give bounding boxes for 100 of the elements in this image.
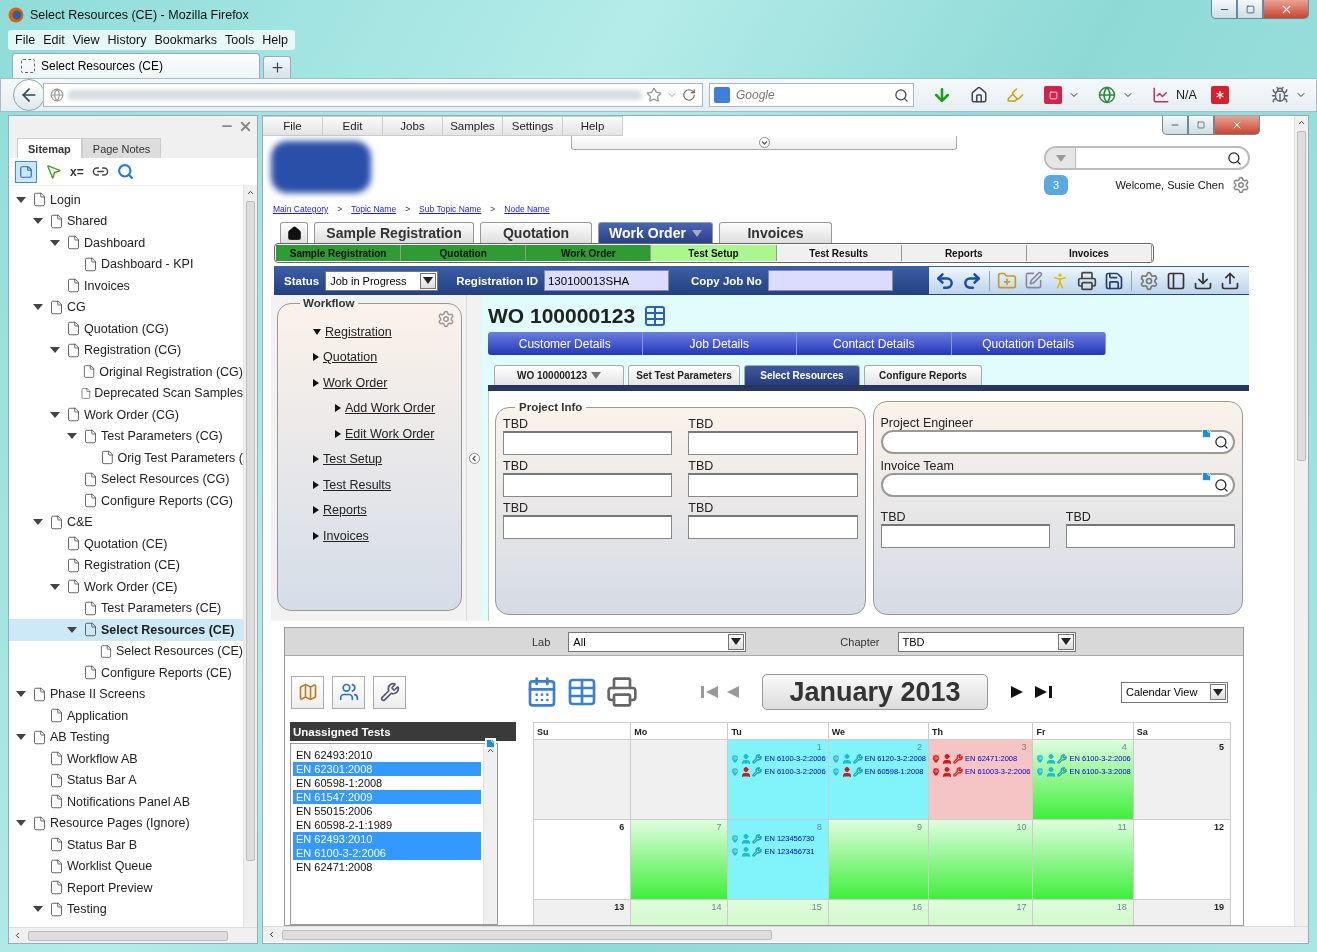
tree-item[interactable]: Select Resources (CG) <box>9 468 243 490</box>
workflow-link[interactable]: Quotation <box>323 350 378 365</box>
tree-item[interactable]: Deprecated Scan Samples <box>9 382 243 404</box>
tree-item[interactable]: Shared <box>9 210 243 232</box>
scrollbar[interactable] <box>243 186 257 927</box>
minimize-button[interactable] <box>1162 116 1188 135</box>
caret-down-icon[interactable] <box>16 734 26 741</box>
workflow-link[interactable]: Edit Work Order <box>345 426 435 441</box>
tools-button[interactable] <box>373 675 406 709</box>
calendar-day[interactable]: 13 <box>534 900 632 925</box>
copy-job-field[interactable] <box>767 270 893 291</box>
detail-tab[interactable]: Job Details <box>642 332 797 355</box>
search-icon[interactable] <box>1214 477 1229 493</box>
caret-down-icon[interactable] <box>33 218 43 225</box>
globe-icon[interactable] <box>1098 86 1116 104</box>
filter-select[interactable]: TBD <box>897 631 1076 652</box>
calendar-icon[interactable] <box>643 304 668 328</box>
caret-down-icon[interactable] <box>50 411 60 418</box>
extension-button[interactable] <box>1044 86 1062 104</box>
caret-down-icon[interactable] <box>33 304 43 311</box>
edit-icon[interactable] <box>1024 271 1043 290</box>
first-page-icon[interactable] <box>700 684 720 700</box>
caret-right-icon[interactable] <box>313 353 319 362</box>
sidebar-tab[interactable]: Page Notes <box>81 138 162 158</box>
horizontal-scrollbar[interactable] <box>9 927 257 943</box>
close-button[interactable] <box>1263 0 1309 19</box>
tree-item[interactable]: Notifications Panel AB <box>9 791 243 813</box>
caret-down-icon[interactable] <box>33 519 43 526</box>
settings-icon[interactable] <box>1232 176 1250 194</box>
workflow-link[interactable]: Test Results <box>323 477 392 492</box>
caret-right-icon[interactable] <box>313 506 319 515</box>
text-field[interactable] <box>688 473 858 497</box>
map-button[interactable] <box>291 675 324 709</box>
scroll-up-icon[interactable] <box>486 746 495 755</box>
view-select[interactable]: Calendar View <box>1121 681 1228 703</box>
workflow-link[interactable]: Work Order <box>323 375 388 390</box>
text-field[interactable] <box>880 524 1050 548</box>
caret-down-icon[interactable] <box>16 820 26 827</box>
search-icon[interactable] <box>1227 150 1242 166</box>
calendar-day[interactable]: 9 <box>828 820 929 900</box>
tree-item[interactable]: Status Bar B <box>9 834 243 856</box>
search-icon[interactable] <box>894 87 909 103</box>
detail-tab[interactable]: Customer Details <box>488 332 643 355</box>
variables-button[interactable]: x= <box>70 164 84 179</box>
month-button[interactable]: January 2013 <box>762 674 988 710</box>
collapse-handle[interactable] <box>571 136 957 150</box>
list-item[interactable]: EN 62471:2008 <box>293 860 481 874</box>
menu-item[interactable]: Tools <box>222 33 258 47</box>
menu-item[interactable]: Help <box>563 116 623 136</box>
scroll-left-icon[interactable] <box>13 931 22 940</box>
detail-tab[interactable]: Quotation Details <box>951 332 1106 355</box>
tree-item[interactable]: Quotation (CE) <box>9 533 243 555</box>
breadcrumb-link[interactable]: Topic Name <box>351 204 397 214</box>
search-field[interactable] <box>1044 146 1250 170</box>
tree-item[interactable]: Configure Reports (CE) <box>9 662 243 684</box>
menu-item[interactable]: Jobs <box>383 116 443 136</box>
caret-down-icon[interactable] <box>313 328 321 335</box>
next-icon[interactable] <box>1010 684 1024 700</box>
caret-down-icon[interactable] <box>67 626 77 633</box>
calendar-day[interactable]: 11 <box>1033 820 1134 900</box>
address-field[interactable] <box>43 83 703 107</box>
menu-item[interactable]: File <box>263 116 323 136</box>
caret-down-icon[interactable] <box>50 347 60 354</box>
caret-down-icon[interactable] <box>67 433 77 440</box>
settings-icon[interactable] <box>1139 270 1159 291</box>
home-tab[interactable] <box>280 222 308 243</box>
workflow-link[interactable]: Registration <box>325 324 392 339</box>
menu-item[interactable]: Edit <box>323 116 383 136</box>
tree-item[interactable]: Select Resources (CE) <box>9 640 243 662</box>
filter-select[interactable]: All <box>568 631 747 652</box>
registration-id-field[interactable]: 130100013SHA <box>543 270 669 291</box>
tree-item[interactable]: Dashboard <box>9 232 243 254</box>
print-icon[interactable] <box>606 676 638 708</box>
list-item[interactable]: EN 55015:2006 <box>293 804 481 818</box>
home-icon[interactable] <box>970 86 988 104</box>
tree-item[interactable]: Work Order (CE) <box>9 576 243 598</box>
detail-tab[interactable]: Contact Details <box>797 332 952 355</box>
scroll-up-icon[interactable] <box>246 188 255 197</box>
tree-item[interactable]: Application <box>9 705 243 727</box>
workflow-link[interactable]: Invoices <box>323 528 369 543</box>
workflow-link[interactable]: Add Work Order <box>345 401 436 416</box>
calendar-icon[interactable] <box>526 676 558 708</box>
sub-tab[interactable]: Set Test Parameters <box>628 365 740 385</box>
breadcrumb-link[interactable]: Sub Topic Name <box>419 204 482 214</box>
note-icon[interactable] <box>1201 428 1212 439</box>
folder-plus-icon[interactable] <box>997 270 1017 291</box>
main-tab[interactable]: Work Order <box>598 222 713 243</box>
save-icon[interactable] <box>1104 270 1124 291</box>
caret-right-icon[interactable] <box>335 404 341 413</box>
text-field[interactable] <box>688 431 858 455</box>
tree-item[interactable]: Invoices <box>9 275 243 297</box>
menu-item[interactable]: Bookmarks <box>151 33 220 47</box>
back-button[interactable] <box>13 79 45 111</box>
page-list-button[interactable] <box>15 160 37 183</box>
chart-line-icon[interactable] <box>1152 86 1170 104</box>
tree-item[interactable]: Phase II Screens <box>9 683 243 705</box>
calendar-grid-icon[interactable] <box>566 676 598 708</box>
calendar-day[interactable]: 6 <box>534 820 632 900</box>
close-button[interactable] <box>1214 116 1260 135</box>
lookup-field[interactable] <box>880 430 1235 454</box>
